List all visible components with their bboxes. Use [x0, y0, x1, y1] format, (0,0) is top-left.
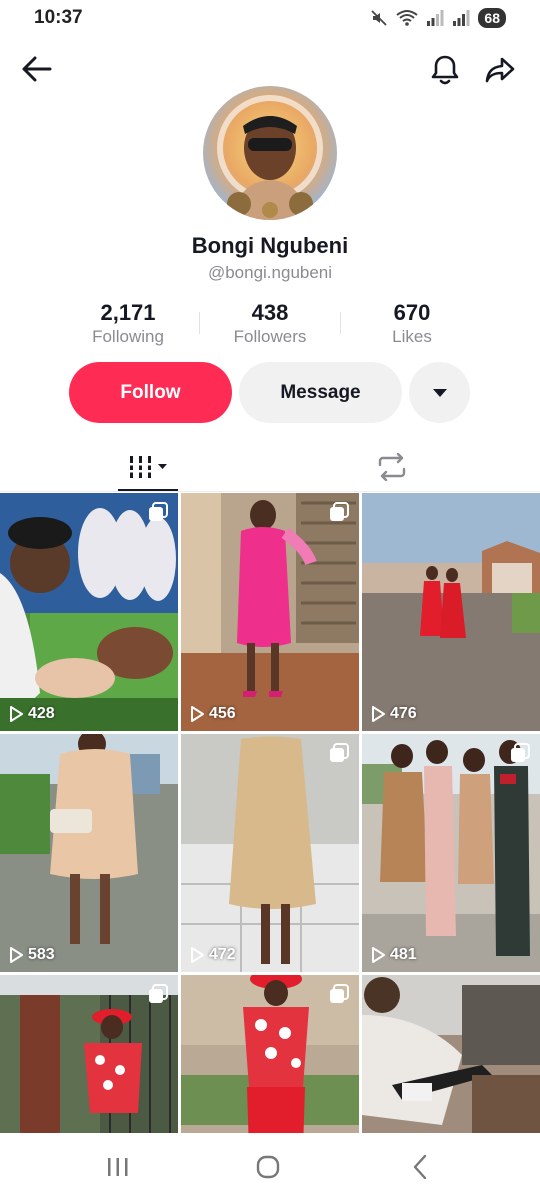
- stat-value: 438: [251, 300, 289, 325]
- view-count: 481: [371, 946, 417, 964]
- home-button[interactable]: [250, 1151, 286, 1183]
- username: @bongi.ngubeni: [207, 263, 333, 282]
- notifications-button[interactable]: [425, 50, 465, 90]
- status-icons: 68: [370, 8, 506, 28]
- system-back-button[interactable]: [402, 1151, 438, 1183]
- video-thumbnail[interactable]: [181, 975, 359, 1133]
- more-options-button[interactable]: [409, 362, 470, 423]
- back-arrow-icon: [22, 56, 52, 82]
- recent-apps-button[interactable]: [100, 1151, 136, 1183]
- signal-icon: [427, 10, 444, 26]
- back-button[interactable]: [18, 50, 56, 88]
- active-tab-indicator: [118, 489, 178, 491]
- follow-button[interactable]: Follow: [69, 362, 232, 423]
- view-count: 583: [9, 946, 55, 964]
- view-count-text: 472: [209, 946, 236, 963]
- view-count-text: 583: [28, 946, 55, 963]
- stat-label: Likes: [392, 327, 432, 346]
- video-thumbnail[interactable]: [0, 975, 178, 1133]
- multi-photo-icon: [329, 984, 349, 1009]
- avatar[interactable]: [203, 86, 337, 220]
- video-thumbnail[interactable]: 428: [0, 493, 178, 731]
- stat-followers[interactable]: 438 Followers: [200, 300, 340, 348]
- status-time: 10:37: [34, 7, 83, 28]
- video-thumbnail[interactable]: 456: [181, 493, 359, 731]
- bell-icon: [431, 55, 459, 85]
- battery-icon: 68: [478, 8, 506, 28]
- multi-photo-icon: [329, 502, 349, 527]
- multi-photo-icon: [329, 743, 349, 768]
- play-icon: [10, 947, 23, 963]
- view-count: 456: [190, 705, 236, 723]
- mute-icon: [371, 10, 388, 26]
- grid-icon: [127, 456, 167, 478]
- message-button[interactable]: Message: [239, 362, 402, 423]
- stat-following[interactable]: 2,171 Following: [58, 300, 198, 348]
- status-bar: 10:37 68: [0, 0, 540, 36]
- signal-icon: [453, 10, 470, 26]
- tab-reposts[interactable]: [362, 444, 422, 490]
- multi-photo-icon: [148, 502, 168, 527]
- recent-apps-icon: [108, 1158, 128, 1176]
- video-thumbnail[interactable]: 583: [0, 734, 178, 972]
- caret-down-icon: [432, 388, 447, 397]
- profile-stats: 2,171 Following 438 Followers 670 Likes: [0, 300, 540, 352]
- share-button[interactable]: [480, 50, 520, 90]
- view-count: 428: [9, 705, 55, 723]
- video-thumbnail[interactable]: 481: [362, 734, 540, 972]
- video-grid: 428 456 476 583 472 481: [0, 493, 540, 1133]
- share-icon: [485, 57, 515, 83]
- stat-label: Followers: [233, 327, 307, 346]
- video-thumbnail[interactable]: 472: [181, 734, 359, 972]
- tab-videos[interactable]: [118, 444, 178, 490]
- play-icon: [372, 947, 385, 963]
- view-count: 476: [371, 705, 417, 723]
- back-icon: [413, 1154, 427, 1180]
- view-count-text: 456: [209, 705, 236, 722]
- profile-tabs: [0, 440, 540, 492]
- stat-value: 2,171: [100, 300, 156, 325]
- stat-divider: [340, 312, 341, 334]
- view-count: 472: [190, 946, 236, 964]
- play-icon: [372, 706, 385, 722]
- multi-photo-icon: [510, 743, 530, 768]
- system-nav-bar: [0, 1133, 540, 1200]
- stat-likes[interactable]: 670 Likes: [342, 300, 482, 348]
- view-count-text: 428: [28, 705, 55, 722]
- stat-label: Following: [92, 327, 164, 346]
- play-icon: [10, 706, 23, 722]
- video-thumbnail[interactable]: 476: [362, 493, 540, 731]
- video-thumbnail[interactable]: [362, 975, 540, 1133]
- play-icon: [191, 947, 204, 963]
- stat-value: 670: [393, 300, 431, 325]
- multi-photo-icon: [148, 984, 168, 1009]
- wifi-icon: [396, 10, 419, 26]
- repost-icon: [378, 453, 406, 481]
- view-count-text: 481: [390, 946, 417, 963]
- display-name: Bongi Ngubeni: [191, 233, 349, 258]
- play-icon: [191, 706, 204, 722]
- view-count-text: 476: [390, 705, 417, 722]
- home-icon: [256, 1155, 280, 1179]
